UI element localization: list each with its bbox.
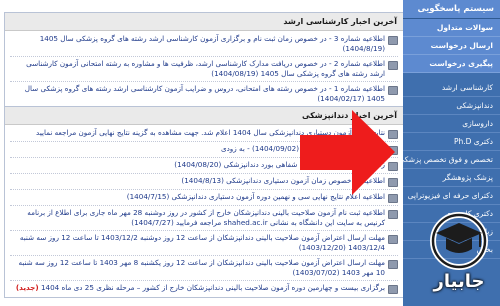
panel-title: آخرین اخبار کارشناسی ارشد — [5, 13, 403, 31]
sidebar-item-faq[interactable]: سوالات متداول — [403, 19, 500, 37]
news-link[interactable]: اطلاعیه شماره 3 - در خصوص زمان ثبت نام و… — [10, 34, 385, 54]
new-badge: (جدید) — [15, 283, 39, 292]
document-icon — [388, 86, 398, 95]
news-link[interactable]: اطلاعیه شماره 2 - در خصوص دریافت مدارک ک… — [10, 59, 385, 79]
sidebar-item-physiotherapy[interactable]: دکترای حرفه ای فیزیوتراپی — [403, 187, 500, 205]
sidebar-item-specialty[interactable]: تخصص و فوق تخصص پزشکی — [403, 151, 500, 169]
sidebar-item-masters[interactable]: کارشناسی ارشد — [403, 79, 500, 97]
news-item[interactable]: برگزاری بیست و چهارمین دوره آزمون صلاحیت… — [10, 281, 398, 296]
news-link[interactable]: مهلت ارسال اعتراض آزمون صلاحیت بالینی دن… — [10, 258, 385, 278]
news-item[interactable]: اطلاعیه شماره 1 - در خصوص رشته های امتحا… — [10, 82, 398, 106]
pointer-arrow-icon — [300, 110, 395, 195]
document-icon — [388, 210, 398, 219]
news-item[interactable]: اطلاعیه شماره 2 - در خصوص دریافت مدارک ک… — [10, 57, 398, 82]
sidebar-item-pharmacy[interactable]: داروسازی — [403, 115, 500, 133]
news-list: اطلاعیه شماره 3 - در خصوص زمان ثبت نام و… — [5, 31, 403, 107]
sidebar-item-track-request[interactable]: پیگیری درخواست — [403, 55, 500, 73]
document-icon — [388, 36, 398, 45]
document-icon — [388, 235, 398, 244]
document-icon — [388, 194, 398, 203]
masters-news-panel: آخرین اخبار کارشناسی ارشد اطلاعیه شماره … — [4, 12, 404, 108]
page: آخرین اخبار کارشناسی ارشد اطلاعیه شماره … — [0, 0, 500, 306]
document-icon — [388, 61, 398, 70]
news-link-text[interactable]: برگزاری بیست و چهارمین دوره آزمون صلاحیت… — [41, 283, 385, 292]
news-link[interactable]: اطلاعیه ثبت نام آزمون صلاحیت بالینی دندا… — [10, 208, 385, 228]
sidebar-item-research-physician[interactable]: پزشک پژوهشگر — [403, 169, 500, 187]
news-link[interactable]: مهلت ارسال اعتراض آزمون صلاحیت بالینی دن… — [10, 233, 385, 253]
sidebar-item-dentistry[interactable]: دندانپزشکی — [403, 97, 500, 115]
news-item[interactable]: اطلاعیه شماره 3 - در خصوص زمان ثبت نام و… — [10, 32, 398, 57]
graduation-cap-icon — [430, 212, 488, 270]
support-system-box: سیستم پاسخگویی سوالات متداول ارسال درخوا… — [403, 0, 500, 73]
document-icon — [388, 260, 398, 269]
jobyar-logo: جابیار — [420, 205, 498, 305]
news-link[interactable]: برگزاری بیست و چهارمین دوره آزمون صلاحیت… — [10, 283, 385, 293]
support-system-title: سیستم پاسخگویی — [403, 0, 500, 19]
document-icon — [388, 285, 398, 294]
news-item[interactable]: اطلاعیه ثبت نام آزمون صلاحیت بالینی دندا… — [10, 206, 398, 231]
news-item[interactable]: مهلت ارسال اعتراض آزمون صلاحیت بالینی دن… — [10, 231, 398, 256]
sidebar-item-send-request[interactable]: ارسال درخواست — [403, 37, 500, 55]
arrow-shape — [300, 110, 395, 195]
news-link[interactable]: اطلاعیه شماره 1 - در خصوص رشته های امتحا… — [10, 84, 385, 104]
news-item[interactable]: مهلت ارسال اعتراض آزمون صلاحیت بالینی دن… — [10, 256, 398, 281]
sidebar-item-phd[interactable]: دکتری Ph.D — [403, 133, 500, 151]
